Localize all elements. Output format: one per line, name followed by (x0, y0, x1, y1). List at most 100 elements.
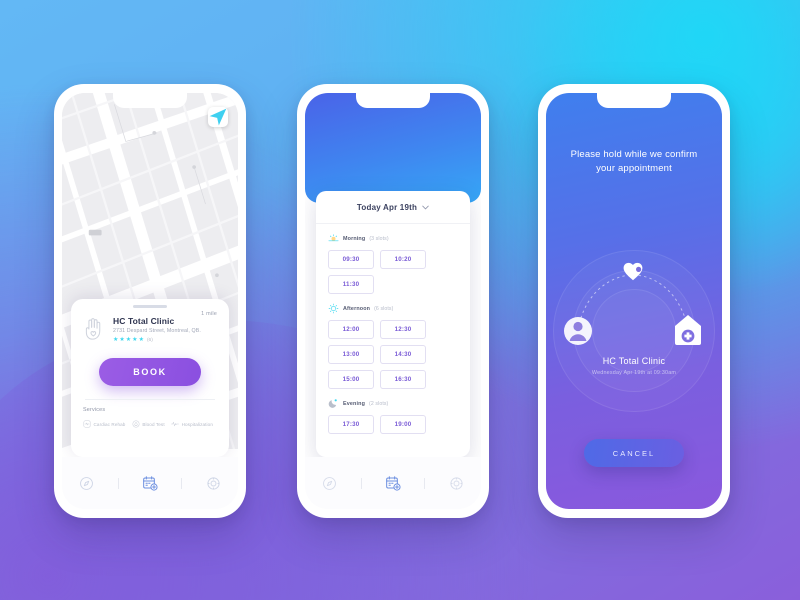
clinic-name: HC Total Clinic (602, 356, 666, 366)
time-slot[interactable]: 13:00 (328, 345, 374, 364)
period-name: Afternoon (343, 305, 371, 312)
slot-sheet: Today Apr 19th Morning (3 slots) 09:30 1… (316, 191, 470, 457)
slot-grid: 17:30 19:00 (328, 415, 458, 434)
distance-label: 1 mile (201, 311, 217, 317)
confirmation-screen: Please hold while we confirm your appoin… (546, 93, 722, 509)
tab-bar (62, 457, 238, 509)
service-item[interactable]: Cardiac Rehab (83, 420, 125, 428)
user-avatar-icon (564, 317, 592, 345)
calendar-add-icon (143, 476, 158, 491)
period-header: Morning (3 slots) (328, 233, 458, 244)
book-button[interactable]: BOOK (99, 358, 201, 386)
slots-header (305, 93, 481, 203)
sun-icon (328, 303, 339, 314)
clinic-card: 1 mile HC Total Clinic 2731 Despard Stre… (71, 299, 229, 457)
settings-gear-icon (450, 476, 463, 490)
time-slot[interactable]: 16:30 (380, 370, 426, 389)
appointment-datetime: Wednesday Apr 19th at 09:30am (591, 370, 677, 376)
date-label: Today Apr 19th (356, 203, 418, 212)
moon-icon (328, 399, 337, 408)
settings-gear-icon (207, 476, 220, 490)
sheet-divider (316, 223, 470, 224)
cancel-button[interactable]: CANCEL (584, 439, 684, 467)
period-afternoon: Afternoon (6 slots) 12:00 12:30 13:00 14… (328, 303, 458, 389)
service-item[interactable]: Hospitalization (171, 420, 213, 428)
star-icon: ★ (132, 337, 138, 343)
time-slot[interactable]: 19:00 (380, 415, 426, 434)
tab-separator (360, 477, 362, 489)
calendar-add-icon (386, 476, 401, 491)
tab-explore[interactable] (69, 466, 103, 500)
period-header: Evening (2 slots) (328, 398, 458, 409)
services-title: Services (83, 407, 106, 413)
phone-slots: Back HC Total Clinic 2731 Despard Street… (297, 84, 489, 518)
time-slot[interactable]: 17:30 (328, 415, 374, 434)
map-screen: 1 mile HC Total Clinic 2731 Despard Stre… (62, 93, 238, 509)
period-name: Morning (343, 235, 366, 242)
chevron-down-icon (422, 205, 429, 210)
hospital-house-icon (675, 315, 701, 345)
card-divider (85, 399, 215, 400)
service-label: Cardiac Rehab (93, 421, 126, 427)
tab-appointments[interactable] (133, 466, 167, 500)
heart-pin-logo-icon (623, 262, 643, 281)
cardiac-rehab-icon (83, 420, 91, 428)
service-label: Hospitalization (181, 421, 213, 427)
locate-me-button[interactable] (208, 107, 228, 127)
period-count: (6 slots) (374, 305, 394, 312)
connection-arcs (564, 262, 701, 345)
tab-separator (181, 477, 183, 489)
time-slot-screen: Back HC Total Clinic 2731 Despard Street… (305, 93, 481, 509)
time-slot[interactable]: 15:00 (328, 370, 374, 389)
phone-map: 1 mile HC Total Clinic 2731 Despard Stre… (54, 84, 246, 518)
clinic-address: 2731 Despard Street, Montreal, QB. (113, 328, 201, 334)
phone-notch (356, 93, 430, 108)
clinic-name: HC Total Clinic (113, 316, 175, 326)
confirm-message: Please hold while we confirm your appoin… (570, 149, 698, 174)
tab-settings[interactable] (197, 466, 231, 500)
slot-grid: 12:00 12:30 13:00 14:30 15:00 16:30 (328, 320, 458, 389)
navigation-arrow-icon (209, 108, 227, 126)
slot-grid: 09:30 10:20 11:30 (328, 250, 458, 294)
hospitalization-icon (171, 421, 179, 427)
rating: ★ ★ ★ ★ ★ (6) (113, 337, 201, 343)
period-name: Evening (343, 400, 366, 407)
sheet-grabber[interactable] (133, 305, 167, 308)
hand-heart-logo-icon (83, 317, 105, 346)
date-selector[interactable]: Today Apr 19th (328, 203, 458, 212)
clinic-info: HC Total Clinic 2731 Despard Street, Mon… (113, 316, 201, 343)
time-slot[interactable]: 09:30 (328, 250, 374, 269)
star-icon: ★ (125, 337, 132, 343)
rating-count: (6) (146, 337, 153, 343)
time-slot[interactable]: 11:30 (328, 275, 374, 294)
blood-test-icon (132, 420, 140, 428)
tab-bar (305, 457, 481, 509)
compass-icon (79, 476, 93, 490)
star-icon: ★ (138, 337, 144, 343)
tab-separator (424, 477, 426, 489)
phone-notch (113, 93, 187, 108)
services-list: Cardiac Rehab Blood Test Hospitalization (83, 420, 217, 428)
clinic-header: HC Total Clinic 2731 Despard Street, Mon… (83, 316, 217, 346)
time-slot[interactable]: 12:00 (328, 320, 374, 339)
period-evening: Evening (2 slots) 17:30 19:00 (328, 398, 458, 434)
phone-notch (597, 93, 671, 108)
time-slot[interactable]: 10:20 (380, 250, 426, 269)
tab-settings[interactable] (440, 466, 474, 500)
time-slot[interactable]: 14:30 (380, 345, 426, 364)
period-header: Afternoon (6 slots) (328, 303, 458, 314)
time-slot[interactable]: 12:30 (380, 320, 426, 339)
sunrise-icon (328, 234, 339, 242)
phones-stage: 1 mile HC Total Clinic 2731 Despard Stre… (0, 0, 800, 600)
compass-icon (322, 476, 336, 490)
service-item[interactable]: Blood Test (132, 420, 165, 428)
period-count: (3 slots) (369, 235, 389, 242)
period-count: (2 slots) (369, 400, 389, 407)
service-label: Blood Test (142, 421, 165, 427)
star-icon: ★ (113, 337, 119, 343)
tab-appointments[interactable] (376, 466, 410, 500)
period-morning: Morning (3 slots) 09:30 10:20 11:30 (328, 233, 458, 294)
tab-separator (117, 477, 119, 489)
tab-explore[interactable] (312, 466, 346, 500)
connection-animation (546, 253, 722, 373)
